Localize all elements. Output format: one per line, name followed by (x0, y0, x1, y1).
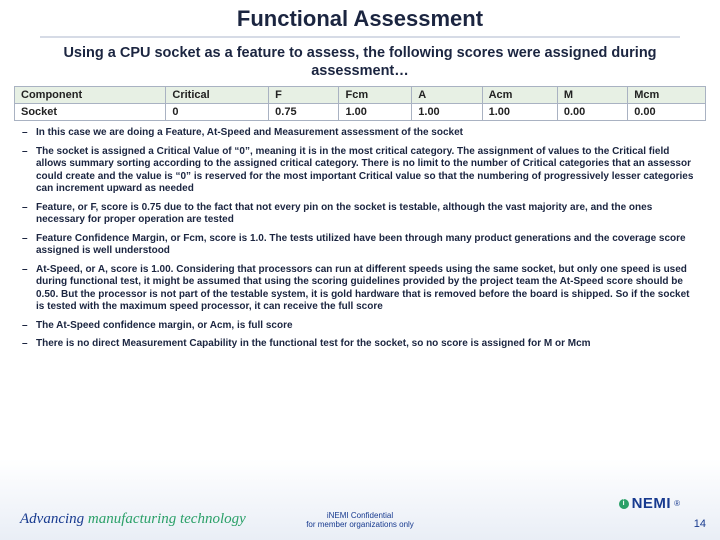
col-f: F (269, 87, 339, 104)
cell-acm: 1.00 (482, 104, 557, 121)
cell-fcm: 1.00 (339, 104, 412, 121)
list-item: –The socket is assigned a Critical Value… (22, 146, 700, 196)
list-item: –There is no direct Measurement Capabili… (22, 338, 700, 351)
list-item: –In this case we are doing a Feature, At… (22, 127, 700, 140)
tagline-part1: Advancing (20, 511, 88, 527)
logo-word: NEMI (632, 495, 672, 512)
footer: i NEMI ® Advancing manufacturing technol… (0, 494, 720, 540)
confidential-note: iNEMI Confidential for member organizati… (306, 512, 414, 530)
divider (40, 36, 680, 38)
table-header-row: Component Critical F Fcm A Acm M Mcm (15, 87, 706, 104)
cell-f: 0.75 (269, 104, 339, 121)
col-a: A (412, 87, 482, 104)
bullet-text: At-Speed, or A, score is 1.00. Consideri… (36, 264, 700, 314)
col-critical: Critical (166, 87, 269, 104)
bullet-text: There is no direct Measurement Capabilit… (36, 338, 700, 351)
list-item: –At-Speed, or A, score is 1.00. Consider… (22, 264, 700, 314)
col-mcm: Mcm (628, 87, 706, 104)
bullet-text: Feature Confidence Margin, or Fcm, score… (36, 233, 700, 258)
table-row: Socket 0 0.75 1.00 1.00 1.00 0.00 0.00 (15, 104, 706, 121)
bullet-dash-icon: – (22, 127, 36, 140)
cell-m: 0.00 (557, 104, 627, 121)
col-component: Component (15, 87, 166, 104)
cell-mcm: 0.00 (628, 104, 706, 121)
bullet-dash-icon: – (22, 146, 36, 196)
scores-table: Component Critical F Fcm A Acm M Mcm Soc… (14, 86, 706, 121)
slide: Functional Assessment Using a CPU socket… (0, 0, 720, 540)
col-fcm: Fcm (339, 87, 412, 104)
bullet-dash-icon: – (22, 202, 36, 227)
bullet-dash-icon: – (22, 233, 36, 258)
page-number: 14 (694, 518, 706, 530)
inemi-logo: i NEMI ® (619, 495, 680, 512)
cell-a: 1.00 (412, 104, 482, 121)
list-item: –The At-Speed confidence margin, or Acm,… (22, 320, 700, 333)
bullet-text: The socket is assigned a Critical Value … (36, 146, 700, 196)
logo-dot-icon: i (619, 499, 629, 509)
list-item: –Feature Confidence Margin, or Fcm, scor… (22, 233, 700, 258)
conf-line2: for member organizations only (306, 521, 414, 530)
col-acm: Acm (482, 87, 557, 104)
bullet-dash-icon: – (22, 320, 36, 333)
bullet-text: Feature, or F, score is 0.75 due to the … (36, 202, 700, 227)
tagline-part2: manufacturing technology (88, 511, 246, 527)
bullet-dash-icon: – (22, 338, 36, 351)
tagline: Advancing manufacturing technology (20, 511, 246, 528)
bullet-text: In this case we are doing a Feature, At-… (36, 127, 700, 140)
cell-component: Socket (15, 104, 166, 121)
col-m: M (557, 87, 627, 104)
bullet-list: –In this case we are doing a Feature, At… (0, 127, 720, 351)
slide-title: Functional Assessment (0, 0, 720, 32)
bullet-dash-icon: – (22, 264, 36, 314)
list-item: –Feature, or F, score is 0.75 due to the… (22, 202, 700, 227)
slide-subtitle: Using a CPU socket as a feature to asses… (0, 44, 720, 86)
bullet-text: The At-Speed confidence margin, or Acm, … (36, 320, 700, 333)
cell-critical: 0 (166, 104, 269, 121)
registered-icon: ® (674, 499, 680, 508)
